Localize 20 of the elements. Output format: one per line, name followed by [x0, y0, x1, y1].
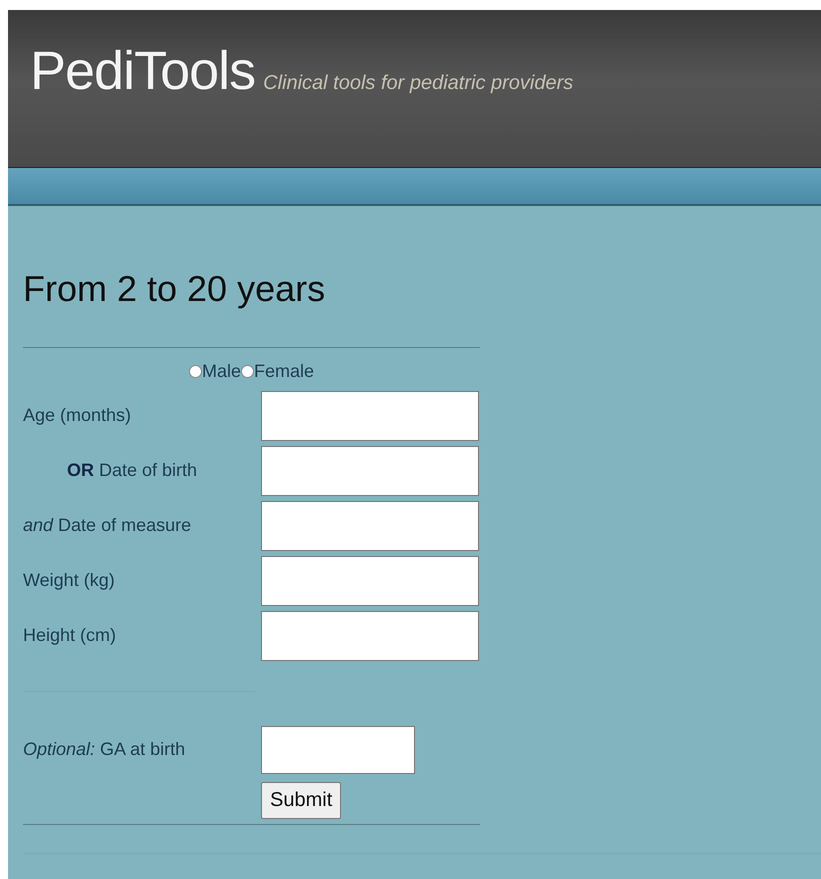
field-label: Weight (kg)	[23, 570, 116, 591]
field-label: Age (months)	[23, 405, 132, 426]
radio-label[interactable]: Female	[254, 360, 314, 382]
input-field[interactable]	[261, 446, 479, 496]
input-field[interactable]	[261, 610, 479, 660]
radio-label[interactable]: Male	[202, 360, 241, 382]
input-field[interactable]	[261, 500, 479, 550]
page-heading: From 2 to 20 years	[23, 268, 326, 310]
input-field[interactable]	[261, 390, 479, 440]
field-label: Height (cm)	[23, 625, 118, 646]
field-label: Optional: GA at birth	[23, 739, 186, 760]
radio-button[interactable]	[240, 364, 254, 378]
input-field[interactable]	[261, 556, 479, 606]
radio-button[interactable]	[188, 364, 202, 378]
input-field[interactable]	[261, 726, 415, 774]
field-label: OR Date of birth	[66, 460, 198, 481]
site-logo[interactable]: PediTools	[30, 40, 256, 102]
field-label: and Date of measure	[23, 515, 192, 536]
submit-button[interactable]: Submit	[261, 782, 342, 819]
site-tagline: Clinical tools for pediatric providers	[263, 72, 574, 95]
